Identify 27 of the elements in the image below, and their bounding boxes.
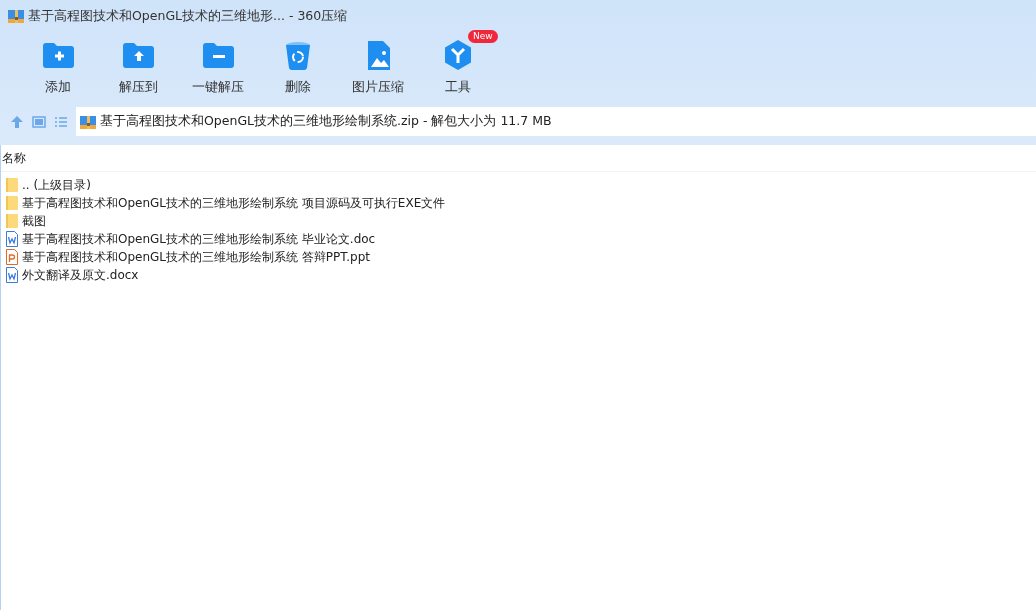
window-title: 基于高程图技术和OpenGL技术的三维地形... - 360压缩 (28, 6, 348, 25)
toolbar-button[interactable]: 一键解压 (178, 32, 258, 106)
file-name[interactable]: 基于高程图技术和OpenGL技术的三维地形绘制系统 答辩PPT.ppt (22, 248, 370, 266)
presentation-icon (5, 249, 19, 265)
folder-icon (5, 195, 19, 211)
toolbar-button[interactable]: 工具 New (418, 32, 498, 106)
archive-icon (8, 8, 24, 25)
list-view-icon[interactable] (54, 114, 68, 129)
file-name[interactable]: 截图 (22, 212, 46, 230)
up-arrow-icon[interactable] (10, 114, 24, 129)
file-name[interactable]: .. (上级目录) (22, 176, 91, 194)
file-name[interactable]: 基于高程图技术和OpenGL技术的三维地形绘制系统 项目源码及可执行EXE文件 (22, 194, 446, 212)
document-icon (5, 231, 19, 247)
thumbnail-view-icon[interactable] (32, 114, 46, 129)
document-icon (5, 267, 19, 283)
folder-icon (5, 177, 19, 193)
toolbar-button[interactable]: 图片压缩 (338, 32, 418, 106)
toolbar-button[interactable]: 添加 (18, 32, 98, 106)
address-bar[interactable]: 基于高程图技术和OpenGL技术的三维地形绘制系统.zip - 解包大小为 11.7 MB (76, 107, 1036, 136)
column-header[interactable]: 名称 (2, 151, 26, 165)
file-name[interactable]: 基于高程图技术和OpenGL技术的三维地形绘制系统 毕业论文.doc (22, 230, 376, 248)
file-name[interactable]: 外文翻译及原文.docx (22, 266, 139, 284)
toolbar-button[interactable]: 删除 (258, 32, 338, 106)
folder-icon (5, 213, 19, 229)
toolbar-button[interactable]: 解压到 (98, 32, 178, 106)
new-badge: New (468, 30, 498, 43)
archive-icon (80, 113, 96, 130)
